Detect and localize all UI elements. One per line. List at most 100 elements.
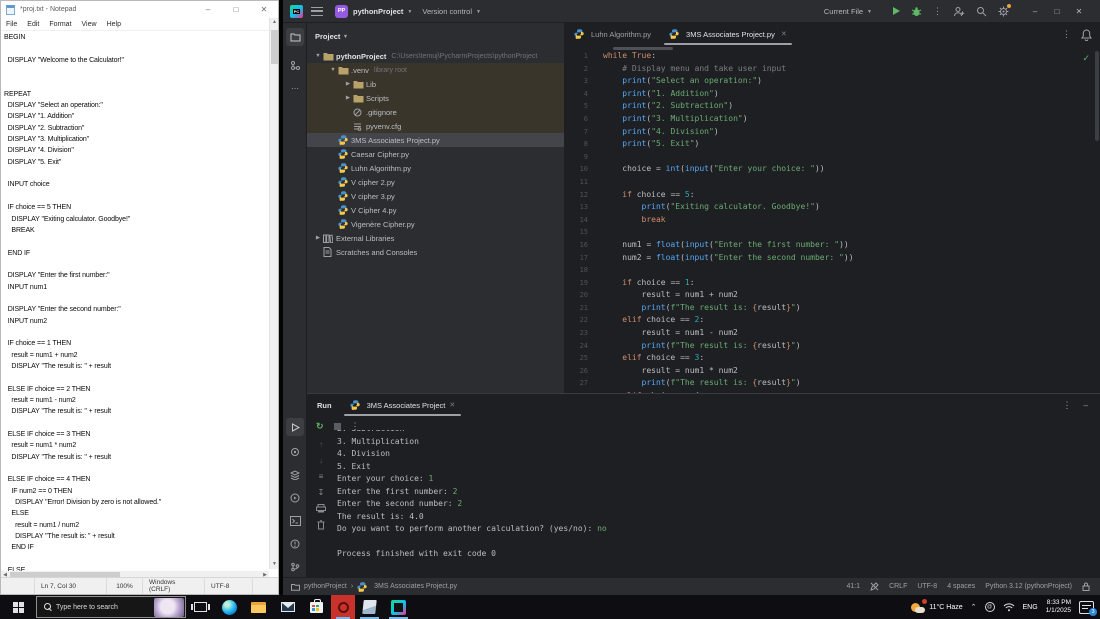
notepad-text-line[interactable]: DISPLAY "The result is: " + result (4, 531, 269, 542)
notepad-text-line[interactable]: DISPLAY "The result is: " + result (4, 406, 269, 417)
structure-tool-icon[interactable] (286, 56, 304, 74)
problems-tool-icon[interactable] (286, 535, 304, 553)
code-line[interactable] (603, 226, 1090, 239)
run-button[interactable] (893, 7, 900, 15)
code-editor[interactable]: while True: # Display menu and take user… (603, 50, 1090, 393)
notepad-text-line[interactable]: result = num1 + num2 (4, 350, 269, 361)
notepad-menu-format[interactable]: Format (44, 21, 76, 28)
readonly-toggle-icon[interactable] (870, 582, 879, 591)
debug-button[interactable] (911, 6, 922, 17)
taskbar-red-app[interactable] (331, 595, 355, 619)
notepad-text-line[interactable]: DISPLAY "5. Exit" (4, 157, 269, 168)
search-everywhere-icon[interactable] (976, 6, 987, 17)
notepad-close-button[interactable]: ✕ (250, 1, 278, 18)
notepad-text-line[interactable]: DISPLAY "The result is: " + result (4, 361, 269, 372)
code-line[interactable]: break (603, 214, 1090, 227)
more-tool-windows-icon[interactable]: ⋯ (286, 79, 304, 97)
notepad-text-line[interactable] (4, 43, 269, 54)
code-line[interactable]: num1 = float(input("Enter the first numb… (603, 239, 1090, 252)
taskbar-store[interactable] (302, 595, 331, 619)
code-line[interactable]: # Display menu and take user input (603, 63, 1090, 76)
inspections-ok-icon[interactable]: ✓ (1082, 53, 1090, 64)
code-line[interactable]: result = num1 - num2 (603, 327, 1090, 340)
notepad-text-line[interactable] (4, 327, 269, 338)
line-number[interactable]: 21 (565, 302, 595, 315)
notepad-text-line[interactable]: DISPLAY "Enter the second number:" (4, 304, 269, 315)
add-user-icon[interactable] (953, 6, 965, 17)
tree-item[interactable]: pyvenv.cfg (307, 119, 564, 133)
code-line[interactable]: if choice == 5: (603, 189, 1090, 202)
notepad-text-line[interactable]: DISPLAY "Select an operation:" (4, 100, 269, 111)
tree-item[interactable]: Vigenère Cipher.py (307, 217, 564, 231)
notepad-vertical-scrollbar[interactable]: ▲ ▼ (269, 18, 278, 569)
notepad-text-line[interactable]: INPUT num2 (4, 316, 269, 327)
notepad-text-line[interactable]: IF choice == 1 THEN (4, 338, 269, 349)
notepad-text-line[interactable]: INPUT num1 (4, 282, 269, 293)
scroll-to-end-icon[interactable]: ↧ (318, 488, 325, 497)
notepad-text-line[interactable] (4, 463, 269, 474)
code-line[interactable]: print("Exiting calculator. Goodbye!") (603, 201, 1090, 214)
line-number[interactable]: 9 (565, 151, 595, 164)
code-line[interactable]: print("2. Subtraction") (603, 100, 1090, 113)
python-console-tool-icon[interactable] (286, 489, 304, 507)
tree-item[interactable]: ▼ .venv library root (307, 63, 564, 77)
tree-item[interactable]: 3MS Associates Project.py (307, 133, 564, 147)
code-line[interactable]: print("1. Addition") (603, 88, 1090, 101)
code-line[interactable] (603, 176, 1090, 189)
code-line[interactable] (603, 264, 1090, 277)
tree-item[interactable]: Scratches and Consoles (307, 245, 564, 259)
notepad-text-line[interactable] (4, 168, 269, 179)
notepad-text-line[interactable]: ELSE IF choice == 2 THEN (4, 384, 269, 395)
action-center-icon[interactable]: 3 (1079, 600, 1097, 616)
line-number[interactable]: 5 (565, 100, 595, 113)
line-number[interactable]: 12 (565, 189, 595, 202)
project-tool-icon[interactable] (286, 28, 304, 46)
line-number[interactable]: 24 (565, 340, 595, 353)
code-line[interactable]: elif choice == 3: (603, 352, 1090, 365)
notepad-text-line[interactable]: INPUT choice (4, 179, 269, 190)
notepad-text-line[interactable] (4, 236, 269, 247)
notepad-text-line[interactable]: BREAK (4, 225, 269, 236)
python-interpreter[interactable]: Python 3.12 (pythonProject) (985, 583, 1072, 590)
scroll-up-icon[interactable]: ▲ (270, 18, 279, 27)
line-number[interactable]: 25 (565, 352, 595, 365)
notepad-text-line[interactable]: ELSE IF choice == 4 THEN (4, 474, 269, 485)
taskbar-search-box[interactable]: Type here to search (36, 596, 186, 618)
line-number[interactable]: 16 (565, 239, 595, 252)
vcs-widget[interactable]: Version control (422, 7, 472, 16)
stop-button[interactable] (333, 422, 341, 430)
indent-style[interactable]: 4 spaces (947, 583, 975, 590)
run-configuration-selector[interactable]: Current File ▼ (824, 7, 882, 16)
wifi-icon[interactable] (1003, 602, 1015, 612)
notepad-titlebar[interactable]: *proj.txt - Notepad – □ ✕ (1, 1, 278, 18)
notepad-text-line[interactable]: ELSE IF choice == 3 THEN (4, 429, 269, 440)
lock-icon[interactable] (1082, 582, 1090, 591)
notepad-text-line[interactable]: IF num2 == 0 THEN (4, 486, 269, 497)
notepad-minimize-button[interactable]: – (194, 1, 222, 18)
main-menu-icon[interactable] (311, 6, 323, 16)
chevron-down-icon[interactable]: ▼ (313, 53, 323, 59)
print-icon[interactable] (316, 504, 326, 513)
notepad-text-line[interactable]: BEGIN (4, 32, 269, 43)
editor-vscrollbar-thumb[interactable] (1095, 51, 1099, 141)
show-hidden-icons[interactable]: ⌃ (971, 603, 977, 611)
code-line[interactable]: result = num1 + num2 (603, 289, 1090, 302)
terminal-tool-icon[interactable] (286, 512, 304, 530)
line-number[interactable]: 1 (565, 50, 595, 63)
notepad-text-line[interactable]: REPEAT (4, 89, 269, 100)
notepad-text-line[interactable]: DISPLAY "3. Multiplication" (4, 134, 269, 145)
chevron-right-icon[interactable]: ▶ (343, 81, 353, 87)
line-number[interactable]: 3 (565, 75, 595, 88)
code-line[interactable]: num2 = float(input("Enter the second num… (603, 252, 1090, 265)
notifications-bell-icon[interactable] (1081, 28, 1092, 41)
line-number[interactable]: 18 (565, 264, 595, 277)
notepad-text-line[interactable]: result = num1 - num2 (4, 395, 269, 406)
close-icon[interactable]: ✕ (449, 401, 455, 409)
chevron-right-icon[interactable]: ▶ (313, 235, 323, 241)
tree-item[interactable]: .gitignore (307, 105, 564, 119)
pycharm-maximize-button[interactable]: □ (1046, 0, 1068, 23)
jump-up-icon[interactable]: ↑ (319, 440, 323, 449)
code-line[interactable]: print("4. Division") (603, 126, 1090, 139)
notepad-text-line[interactable]: DISPLAY "2. Subtraction" (4, 123, 269, 134)
code-line[interactable]: elif choice == 2: (603, 314, 1090, 327)
